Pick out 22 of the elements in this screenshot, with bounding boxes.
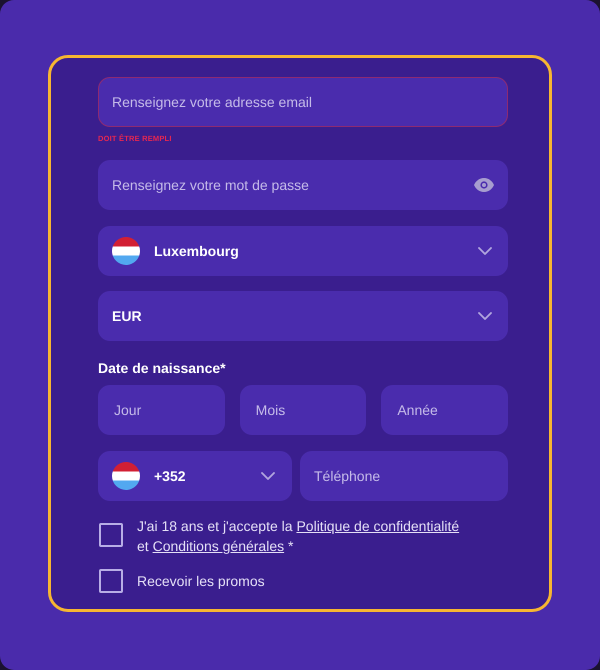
birth-date-label: Date de naissance* bbox=[98, 360, 226, 376]
date-input[interactable]: Mois bbox=[240, 385, 366, 435]
date-input[interactable]: Année bbox=[381, 385, 508, 435]
terms-link[interactable]: Politique de confidentialité bbox=[296, 518, 460, 534]
terms-link[interactable]: Conditions générales bbox=[152, 538, 284, 554]
checkbox-label: Recevoir les promos bbox=[137, 572, 266, 591]
phone-code-select[interactable]: +352 bbox=[98, 451, 292, 501]
email-input[interactable]: Renseignez votre adresse email bbox=[98, 77, 508, 127]
chevron-down-icon bbox=[261, 472, 275, 480]
country-select[interactable]: Luxembourg bbox=[98, 226, 508, 276]
consent-text: J'ai 18 ans et j'accepte la Politique de confidentialité et Conditions générales * bbox=[137, 517, 460, 556]
phone-input[interactable]: Téléphone bbox=[300, 451, 508, 501]
flag-icon bbox=[112, 237, 140, 265]
date-input[interactable]: Jour bbox=[98, 385, 225, 435]
flag-icon bbox=[112, 462, 140, 490]
currency-select[interactable]: EUR bbox=[98, 291, 508, 341]
password-input[interactable]: Renseignez votre mot de passe bbox=[98, 160, 508, 210]
checkbox[interactable] bbox=[99, 523, 123, 547]
chevron-down-icon bbox=[478, 247, 492, 255]
eye-icon[interactable] bbox=[474, 178, 494, 192]
checkbox[interactable] bbox=[99, 569, 123, 593]
chevron-down-icon bbox=[478, 312, 492, 320]
